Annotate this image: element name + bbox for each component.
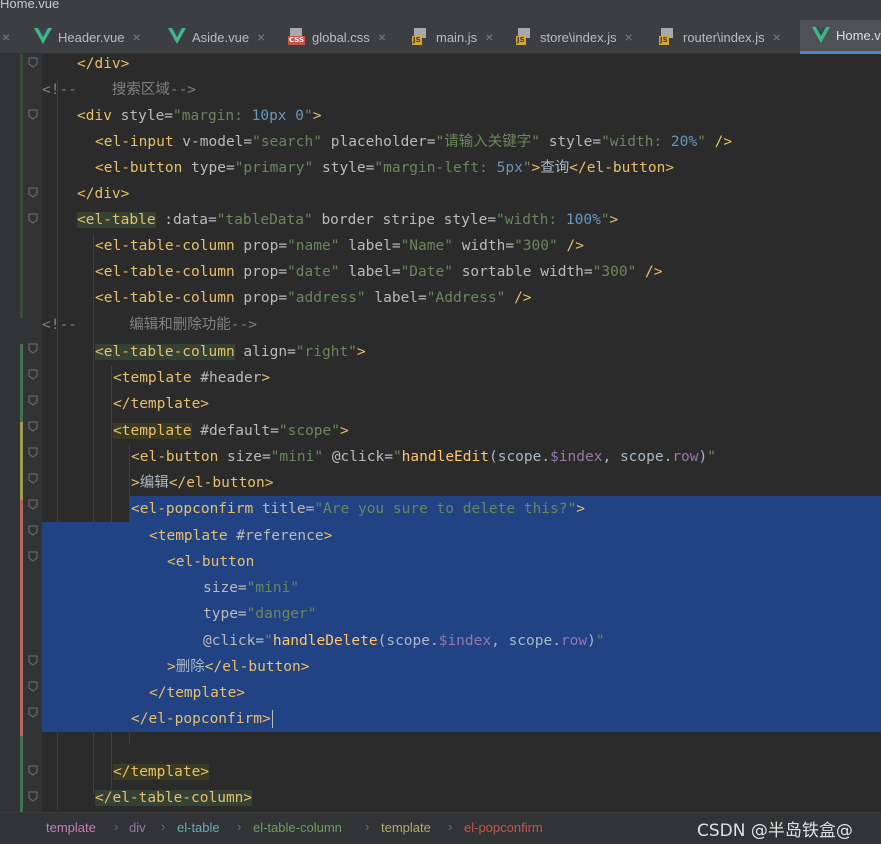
code-line: </div> [77,56,130,72]
breadcrumb-item[interactable]: template [46,820,96,835]
code-line: <el-button size="mini" @click="handleEdi… [131,449,716,465]
editor-gutter[interactable] [0,54,42,814]
code-line: </template> [113,764,210,780]
code-line: </div> [77,186,130,202]
watermark: CSDN @半岛铁盒@ [697,821,853,841]
close-icon[interactable]: × [625,29,633,45]
js-file-icon: JS [516,28,534,46]
chevron-right-icon: › [114,819,119,834]
vue-file-icon [34,28,52,46]
breadcrumb-item[interactable]: el-popconfirm [464,820,543,835]
code-line: <el-button type="primary" style="margin-… [95,160,675,176]
tab-label: store\index.js [540,29,617,45]
indent-guide [129,444,130,744]
code-line: </el-popconfirm> [131,710,273,728]
window-title-bar: Home.vue [0,0,881,20]
code-line: <el-input v-model="search" placeholder="… [95,134,733,150]
breadcrumb-item[interactable]: div [129,820,146,835]
code-line: >删除</el-button> [167,659,310,675]
breadcrumb-item[interactable]: template [381,820,431,835]
text-caret [271,710,273,728]
css-file-icon: CSS [288,28,306,46]
chevron-right-icon: › [237,819,242,834]
code-line: <template #reference> [149,528,333,544]
tab-store-index-js[interactable]: JS store\index.js × [516,20,633,54]
code-line: >编辑</el-button> [131,475,274,491]
tab-aside-vue[interactable]: Aside.vue × [168,20,265,54]
close-icon[interactable]: × [485,29,493,45]
breadcrumb-item[interactable]: el-table-column [253,820,342,835]
code-line: <template #header> [113,370,271,386]
tab-router-index-js[interactable]: JS router\index.js × [659,20,781,54]
tab-label: global.css [312,29,370,45]
code-line: <el-button [167,554,255,570]
code-line: <el-table-column prop="date" label="Date… [95,264,663,280]
tab-header-vue[interactable]: Header.vue × [34,20,141,54]
tab-main-js[interactable]: JS main.js × [412,20,493,54]
close-icon[interactable]: × [257,29,265,45]
code-line: <!-- 编辑和删除功能--> [42,317,257,333]
window-title: Home.vue [0,0,60,11]
tab-label: router\index.js [683,29,765,45]
code-line: <!-- 搜索区域--> [42,82,197,98]
js-file-icon: JS [412,28,430,46]
code-line: <div style="margin: 10px 0"> [77,108,322,124]
code-line: <el-popconfirm title="Are you sure to de… [131,501,585,517]
code-line: size="mini" [203,580,300,596]
tab-label: Header.vue [58,29,125,45]
fold-markers[interactable] [0,54,42,812]
code-line: type="danger" [203,606,317,622]
code-line: @click="handleDelete(scope.$index, scope… [203,633,605,649]
indent-guide [111,366,112,806]
js-file-icon: JS [659,28,677,46]
close-icon[interactable]: × [133,29,141,45]
indent-guide [147,522,148,732]
close-icon[interactable]: × [773,29,781,45]
chevron-right-icon: › [448,819,453,834]
code-line: <el-table-column prop="name" label="Name… [95,238,584,254]
vue-file-icon [812,26,830,45]
code-line: <el-table :data="tableData" border strip… [77,212,619,228]
tab-label: main.js [436,29,478,45]
tab-label: Home.v [836,28,881,43]
chevron-right-icon: › [161,819,166,834]
code-editor[interactable]: </div> <!-- 搜索区域--> <div style="margin: … [42,54,881,812]
breadcrumb-item[interactable]: el-table [177,820,220,835]
tab-overflow-close[interactable]: × [2,20,10,54]
indent-guide [165,574,166,684]
breadcrumb: template › div › el-table › el-table-col… [0,812,881,844]
close-icon[interactable]: × [2,29,10,45]
code-line: <el-table-column prop="address" label="A… [95,290,532,306]
code-line: </el-table-column> [95,790,253,806]
editor-tab-bar: × Header.vue × Aside.vue × CSS global.cs… [0,20,881,54]
code-line: </template> [149,685,246,701]
close-icon[interactable]: × [378,29,386,45]
indent-guide [57,80,58,810]
code-line: </template> [113,396,210,412]
chevron-right-icon: › [365,819,370,834]
tab-home-vue[interactable]: Home.v [800,20,881,54]
vue-file-icon [168,28,186,46]
tab-label: Aside.vue [192,29,250,45]
code-line: <el-table-column align="right"> [95,344,366,360]
code-line: <template #default="scope"> [113,423,349,439]
tab-global-css[interactable]: CSS global.css × [288,20,386,54]
